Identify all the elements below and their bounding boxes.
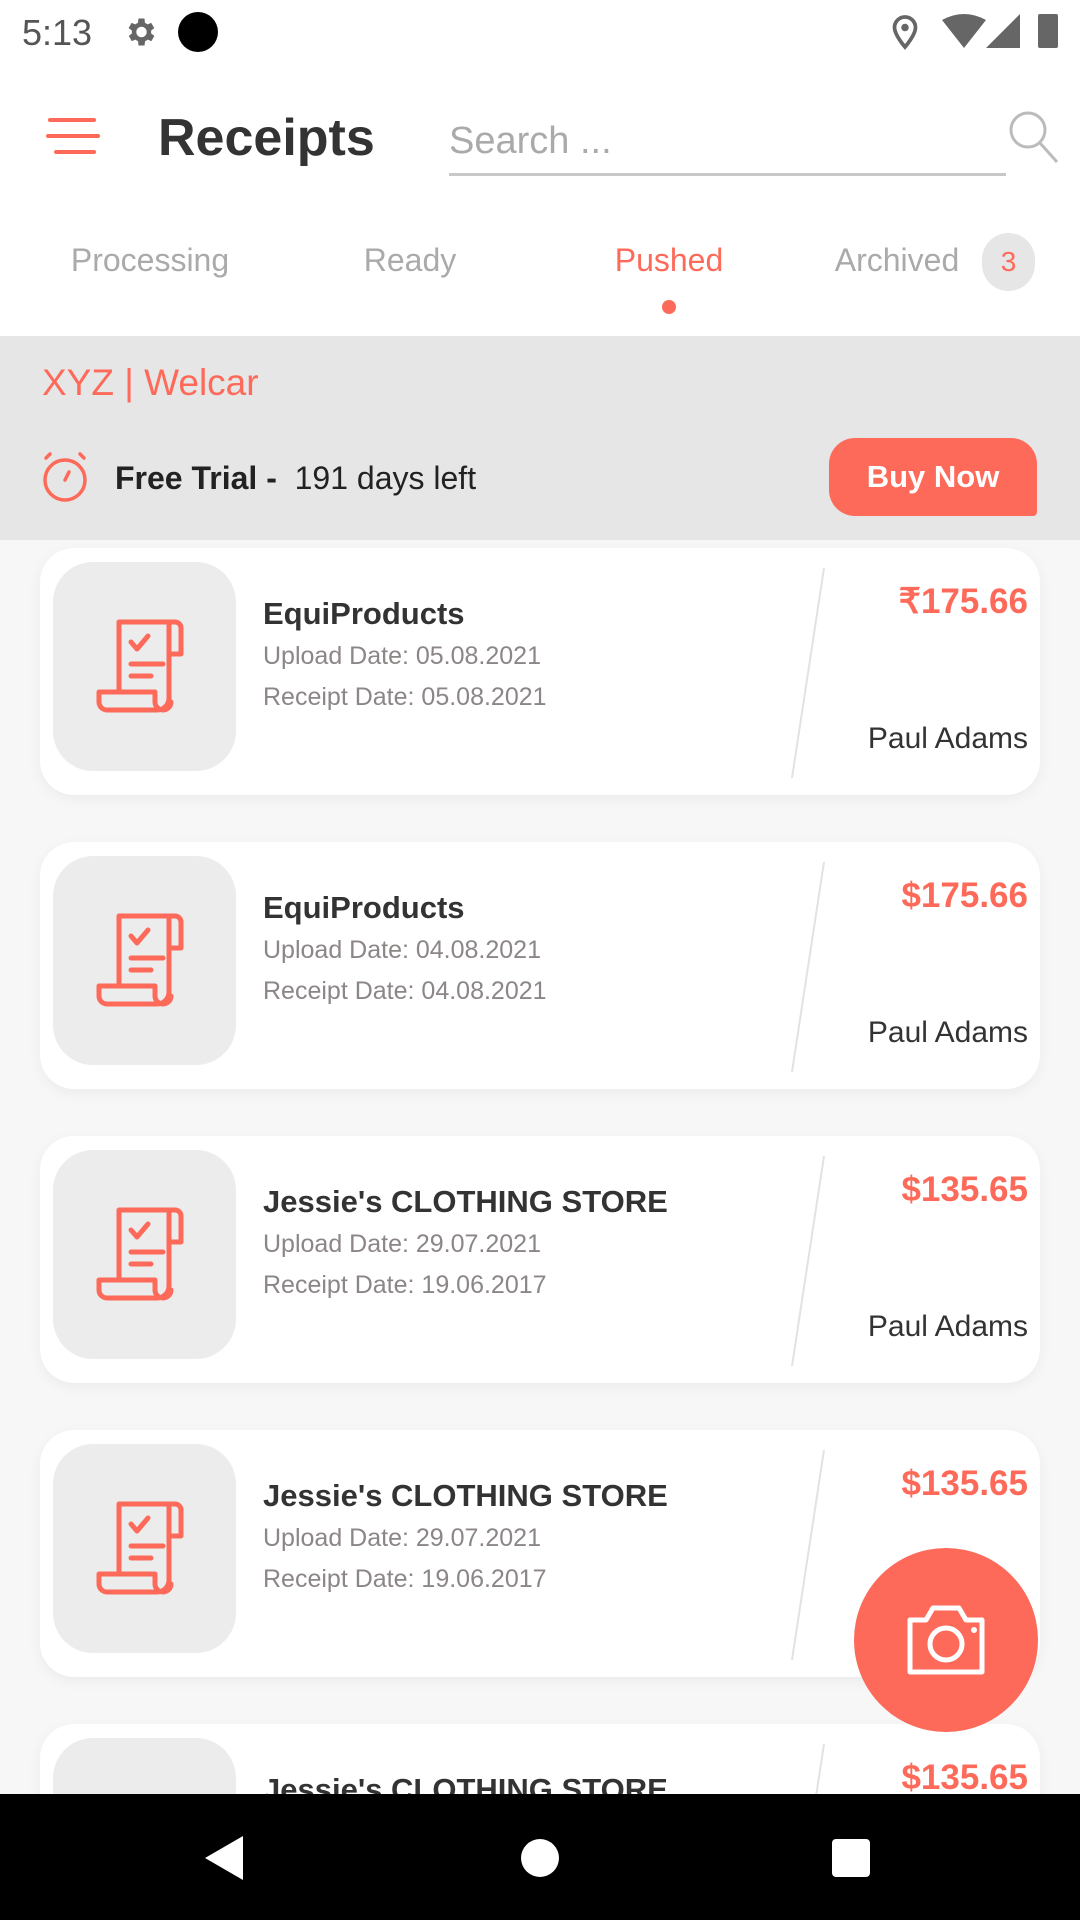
upload-date: Upload Date: 05.08.2021 [263, 642, 541, 670]
receipt-amount: $135.65 [901, 1464, 1028, 1503]
tab-ready[interactable]: Ready [364, 242, 457, 279]
camera-button[interactable] [854, 1548, 1038, 1732]
merchant-name: Jessie's CLOTHING STORE [263, 1772, 668, 1794]
archived-count-badge: 3 [982, 233, 1035, 291]
tab-processing[interactable]: Processing [71, 242, 229, 279]
submitter-name: Paul Adams [867, 722, 1028, 755]
page-title: Receipts [158, 109, 375, 167]
trial-status: Free Trial - 191 days left [115, 460, 476, 497]
merchant-name: Jessie's CLOTHING STORE [263, 1478, 668, 1513]
receipt-thumbnail [53, 856, 236, 1065]
receipt-date: Receipt Date: 05.08.2021 [263, 683, 547, 711]
receipt-thumbnail [53, 562, 236, 771]
tab-pushed[interactable]: Pushed [615, 242, 724, 279]
submitter-name: Paul Adams [867, 1016, 1028, 1049]
back-icon[interactable] [205, 1836, 245, 1880]
receipt-thumbnail [53, 1738, 236, 1794]
receipt-amount: $135.65 [901, 1758, 1028, 1794]
receipt-card[interactable]: EquiProducts Upload Date: 05.08.2021 Rec… [40, 548, 1040, 795]
card-divider [791, 862, 825, 1072]
upload-date: Upload Date: 04.08.2021 [263, 936, 541, 964]
trial-label: Free Trial - [115, 460, 277, 496]
merchant-name: EquiProducts [263, 890, 465, 925]
card-divider [791, 1450, 825, 1660]
search-input[interactable] [449, 110, 1006, 176]
receipt-icon [96, 619, 184, 713]
upload-date: Upload Date: 29.07.2021 [263, 1230, 541, 1258]
battery-icon [1038, 14, 1058, 48]
receipt-icon [96, 913, 184, 1007]
receipt-amount: $135.65 [901, 1170, 1028, 1209]
merchant-name: EquiProducts [263, 596, 465, 631]
search-icon[interactable] [1008, 110, 1060, 164]
tab-archived[interactable]: Archived [835, 242, 960, 279]
status-time: 5:13 [22, 12, 93, 53]
system-nav-bar [0, 1794, 1080, 1920]
receipt-date: Receipt Date: 19.06.2017 [263, 1565, 547, 1593]
receipt-date: Receipt Date: 19.06.2017 [263, 1271, 547, 1299]
notification-dot-icon [178, 12, 218, 52]
buy-now-button[interactable]: Buy Now [829, 438, 1037, 516]
receipt-icon [96, 1501, 184, 1595]
receipt-amount: $175.66 [901, 876, 1028, 915]
status-bar: 5:13 [0, 0, 1080, 70]
receipt-thumbnail [53, 1444, 236, 1653]
trial-days-left: 191 days left [294, 460, 477, 496]
receipt-card[interactable]: Jessie's CLOTHING STORE Upload Date: 29.… [40, 1136, 1040, 1383]
receipt-thumbnail [53, 1150, 236, 1359]
organization-name: XYZ | Welcar [42, 362, 259, 403]
app-header: Receipts [0, 70, 1080, 220]
receipt-icon [96, 1207, 184, 1301]
gear-icon [128, 18, 155, 46]
merchant-name: Jessie's CLOTHING STORE [263, 1184, 668, 1219]
receipt-card[interactable]: EquiProducts Upload Date: 04.08.2021 Rec… [40, 842, 1040, 1089]
timer-icon [43, 452, 87, 502]
card-divider [815, 1744, 825, 1794]
signal-icon [986, 14, 1020, 48]
wifi-icon [942, 14, 986, 48]
receipt-card[interactable]: Jessie's CLOTHING STORE $135.65 [40, 1724, 1040, 1794]
active-tab-indicator [662, 300, 676, 314]
card-divider [791, 568, 825, 778]
menu-icon[interactable] [46, 116, 100, 156]
trial-banner: XYZ | Welcar Free Trial - 191 days left … [0, 336, 1080, 540]
home-icon[interactable] [521, 1839, 559, 1877]
card-divider [791, 1156, 825, 1366]
camera-icon [907, 1605, 985, 1675]
location-icon [892, 15, 918, 50]
receipt-amount: ₹175.66 [898, 582, 1028, 621]
upload-date: Upload Date: 29.07.2021 [263, 1524, 541, 1552]
recents-icon[interactable] [832, 1839, 870, 1877]
receipt-date: Receipt Date: 04.08.2021 [263, 977, 547, 1005]
submitter-name: Paul Adams [867, 1310, 1028, 1343]
